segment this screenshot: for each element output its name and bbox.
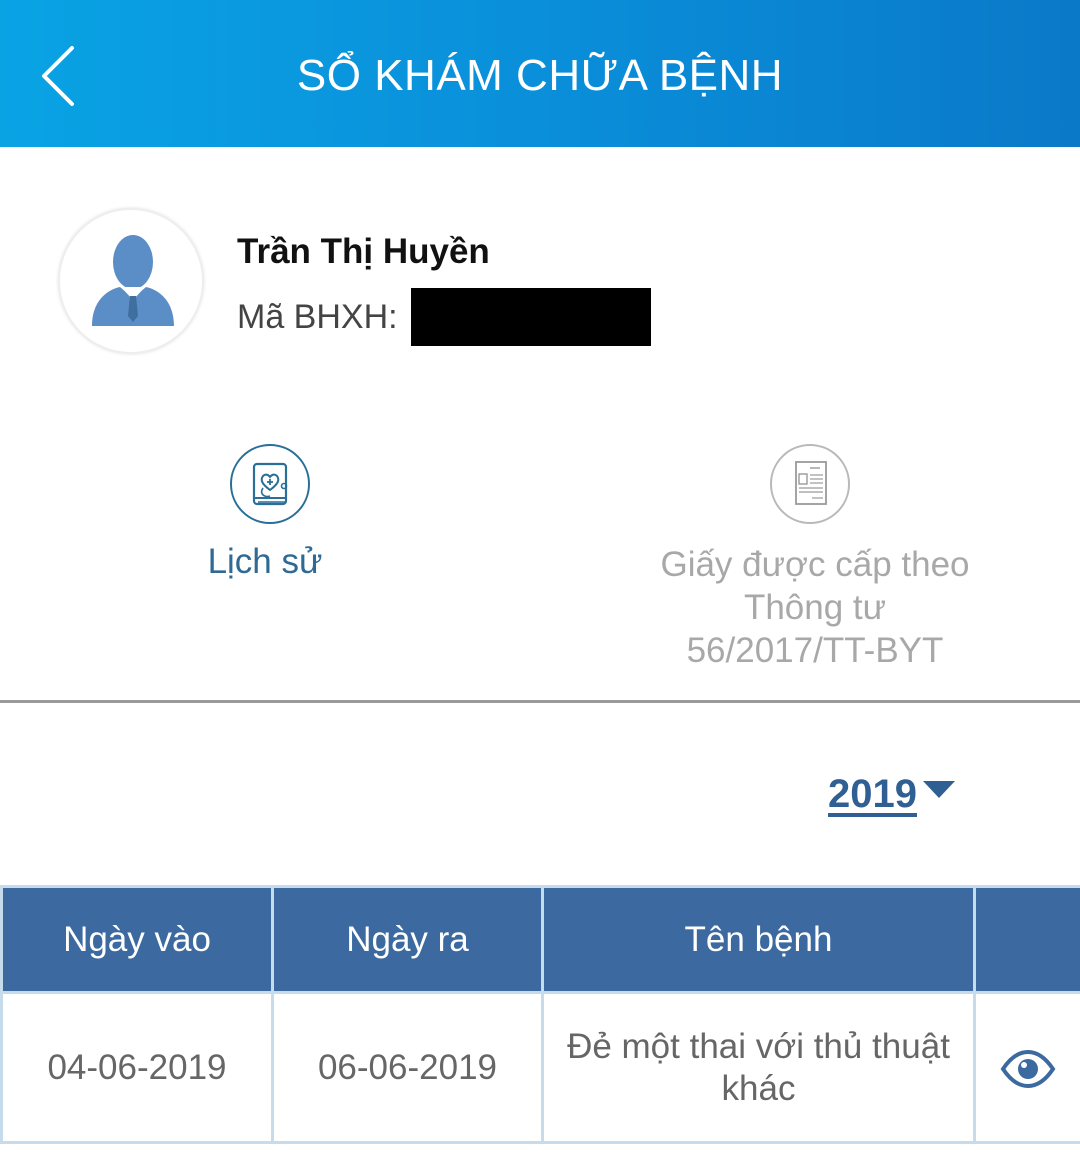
user-name: Trần Thị Huyền xyxy=(237,232,490,271)
cell-disease: Đẻ một thai với thủ thuật khác xyxy=(541,991,976,1144)
view-details-button[interactable] xyxy=(973,991,1080,1144)
certificate-label: Giấy được cấp theo Thông tư 56/2017/TT-B… xyxy=(660,545,970,670)
bhxh-value-redacted xyxy=(411,288,651,346)
caret-down-icon xyxy=(922,781,955,798)
eye-icon xyxy=(1000,1049,1056,1088)
column-header-disease: Tên bệnh xyxy=(541,885,976,994)
avatar xyxy=(58,208,204,354)
year-value: 2019 xyxy=(828,772,917,816)
certificate-button xyxy=(770,444,850,524)
section-divider xyxy=(0,700,1080,703)
page-title: SỔ KHÁM CHỮA BỆNH xyxy=(296,51,784,100)
table-row: 04-06-2019 06-06-2019 Đẻ một thai với th… xyxy=(0,991,1080,1144)
records-table: Ngày vào Ngày ra Tên bệnh 04-06-2019 06-… xyxy=(0,885,1080,1144)
column-header-date-out: Ngày ra xyxy=(271,885,544,994)
document-icon xyxy=(795,461,827,505)
column-header-action xyxy=(973,885,1080,994)
bhxh-label: Mã BHXH: xyxy=(237,298,398,336)
history-button[interactable] xyxy=(230,444,310,524)
user-avatar-icon xyxy=(92,235,174,326)
cell-date-in: 04-06-2019 xyxy=(0,991,274,1144)
medical-book-icon xyxy=(252,462,288,506)
table-header-row: Ngày vào Ngày ra Tên bệnh xyxy=(0,885,1080,994)
back-button[interactable] xyxy=(30,36,90,116)
cell-date-out: 06-06-2019 xyxy=(271,991,544,1144)
history-label[interactable]: Lịch sử xyxy=(160,542,370,582)
column-header-date-in: Ngày vào xyxy=(0,885,274,994)
app-header: SỔ KHÁM CHỮA BỆNH xyxy=(0,0,1080,147)
chevron-left-icon xyxy=(42,46,74,106)
year-dropdown[interactable]: 2019 xyxy=(828,772,955,817)
